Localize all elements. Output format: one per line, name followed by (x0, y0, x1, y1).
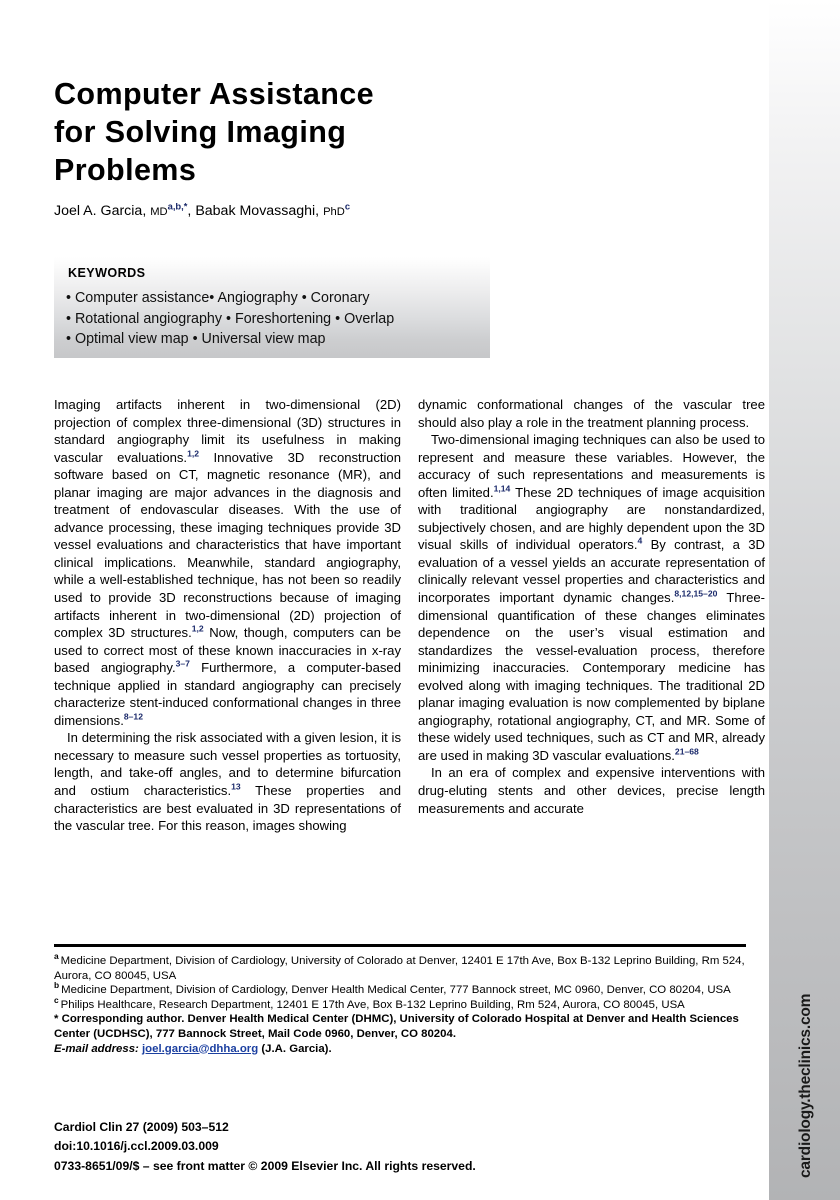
footnote-text-a: Medicine Department, Division of Cardiol… (54, 955, 745, 982)
author-1-degree: MD (150, 206, 168, 218)
author-2-name: Babak Movassaghi, (195, 203, 324, 219)
citation-marker[interactable]: 1,2 (192, 624, 204, 634)
footnote-divider (54, 944, 746, 947)
keyword-line-3: • Optimal view map • Universal view map (66, 331, 326, 347)
title-line-1: Computer Assistance (54, 77, 375, 112)
body-paragraph: In an era of complex and expensive inter… (418, 765, 765, 816)
email-label: E-mail address: (54, 1042, 139, 1055)
body-column-right: dynamic conformational changes of the va… (418, 396, 765, 817)
body-paragraph: Imaging artifacts inherent in two-dimens… (54, 397, 401, 728)
email-link[interactable]: joel.garcia@dhha.org (142, 1043, 258, 1055)
citation-marker[interactable]: 4 (638, 536, 643, 546)
keyword-line-2: • Rotational angiography • Foreshortenin… (66, 310, 395, 327)
body-paragraph: In determining the risk associated with … (54, 730, 401, 834)
citation-line-doi: doi:10.1016/j.ccl.2009.03.009 (54, 1139, 219, 1154)
body-paragraph: Two-dimensional imaging techniques can a… (418, 432, 765, 763)
footnote-marker-a: a (54, 951, 59, 962)
citation-marker[interactable]: 1,14 (494, 483, 511, 493)
page-title: Computer Assistance for Solving Imaging … (54, 75, 524, 189)
author-2-degree: PhD (323, 206, 345, 218)
title-line-3: Problems (54, 153, 197, 188)
article-page: Computer Assistance for Solving Imaging … (0, 0, 769, 1200)
journal-citation-block: Cardiol Clin 27 (2009) 503–512 doi:10.10… (54, 1118, 748, 1176)
corresponding-author-note: * Corresponding author. Denver Health Me… (54, 1013, 739, 1040)
footnotes-block: a Medicine Department, Division of Cardio… (54, 951, 748, 1057)
footnote-item: b Medicine Department, Division of Cardio… (54, 980, 748, 998)
footnote-text-b: Medicine Department, Division of Cardiol… (61, 984, 731, 997)
footnote-marker-c: c (54, 994, 59, 1005)
citation-marker[interactable]: 3–7 (176, 659, 190, 669)
keywords-heading: KEYWORDS (68, 266, 146, 280)
author-1-affiliation-marker: a,b,* (167, 200, 188, 212)
author-1-name: Joel A. Garcia, (54, 203, 151, 219)
journal-url-text: cardiology.theclinics.com (796, 993, 814, 1178)
title-line-2: for Solving Imaging (54, 115, 347, 150)
journal-website-sidebar: cardiology.theclinics.com (769, 0, 840, 1200)
citation-marker[interactable]: 8,12,15–20 (674, 589, 717, 599)
citation-marker[interactable]: 21–68 (675, 747, 699, 757)
footnote-marker-b: b (54, 980, 60, 991)
footnote-item: a Medicine Department, Division of Cardio… (54, 951, 748, 983)
footnote-item: c Philips Healthcare, Research Department… (54, 994, 748, 1013)
email-author: (J.A. Garcia). (261, 1042, 332, 1055)
body-paragraph: dynamic conformational changes of the va… (418, 397, 765, 430)
citation-line-copyright: 0733-8651/09/$ – see front matter © 2009… (54, 1158, 476, 1173)
author-2-affiliation-marker: c (344, 200, 351, 212)
citation-marker[interactable]: 13 (231, 782, 241, 792)
body-column-left: Imaging artifacts inherent in two-dimens… (54, 396, 401, 835)
citation-marker[interactable]: 1,2 (187, 448, 199, 458)
author-byline: Joel A. Garcia, MDa,b,*, Babak Movassagh… (54, 200, 351, 222)
keywords-list: • Computer assistance• Angiography • Cor… (66, 288, 394, 350)
keywords-box: KEYWORDS • Computer assistance• Angiogra… (54, 257, 490, 358)
citation-marker[interactable]: 8–12 (124, 711, 143, 721)
footnote-text-c: Philips Healthcare, Research Department,… (60, 998, 685, 1011)
email-line: E-mail address: joel.garcia@dhha.org (J.… (54, 1042, 748, 1057)
keyword-line-1: • Computer assistance• Angiography • Cor… (66, 290, 370, 306)
citation-line-reference: Cardiol Clin 27 (2009) 503–512 (54, 1120, 229, 1134)
